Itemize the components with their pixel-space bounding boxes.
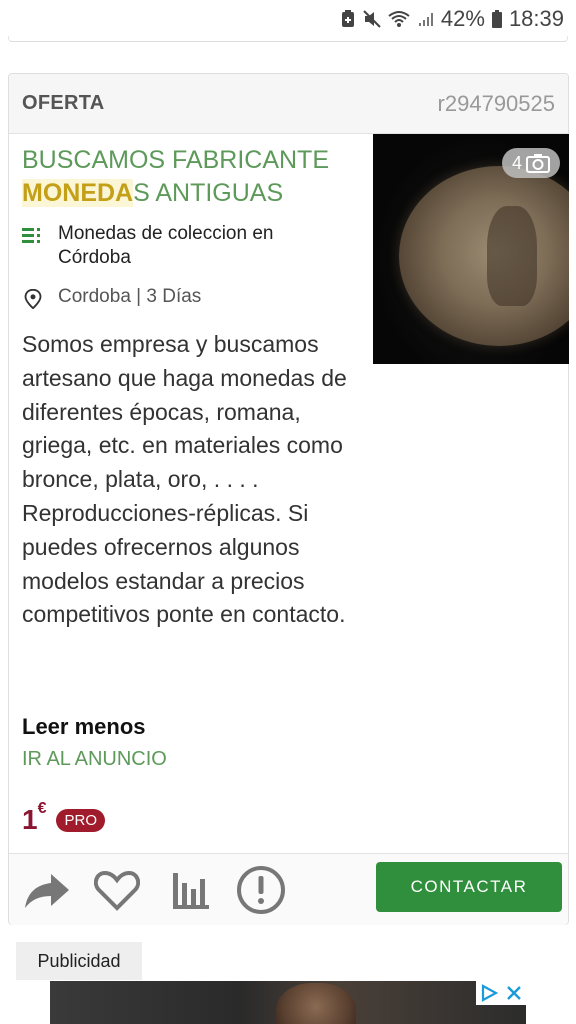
favorite-button[interactable] <box>91 864 143 916</box>
card-header: OFERTA r294790525 <box>9 74 568 134</box>
go-to-ad-link[interactable]: IR AL ANUNCIO <box>22 748 167 771</box>
location-text: Cordoba | 3 Días <box>58 286 202 307</box>
category-list-icon <box>22 228 40 243</box>
battery-icon <box>491 10 502 28</box>
previous-card-edge <box>8 36 568 42</box>
report-button[interactable] <box>235 864 287 916</box>
battery-saver-icon <box>341 10 354 27</box>
battery-percent: 42% <box>440 6 485 31</box>
coin-figure <box>487 206 537 306</box>
camera-icon <box>526 154 550 173</box>
report-icon <box>237 866 285 914</box>
title-highlight: MONEDA <box>22 179 134 207</box>
ad-banner[interactable] <box>50 981 526 1024</box>
listing-title[interactable]: BUSCAMOS FABRICANTE MONEDAS ANTIGUAS <box>22 144 362 210</box>
ad-label: Publicidad <box>16 942 142 980</box>
listing-description: Somos empresa y buscamos artesano que ha… <box>22 331 347 628</box>
price-row: 1€ PRO <box>22 800 105 836</box>
title-part-1: BUSCAMOS FABRICANTE <box>22 146 329 174</box>
photo-count: 4 <box>511 152 522 173</box>
location-row: Cordoba | 3 Días <box>22 285 201 309</box>
location-pin-icon <box>24 289 42 309</box>
price-currency: € <box>37 799 47 817</box>
wifi-icon <box>388 11 410 27</box>
clock: 18:39 <box>508 6 564 31</box>
category-text[interactable]: Monedas de coleccion en Córdoba <box>58 222 318 270</box>
close-icon[interactable] <box>506 985 522 1001</box>
ad-controls <box>476 981 526 1005</box>
coin-image <box>399 166 569 346</box>
status-icons: 42% 18:39 <box>339 6 564 32</box>
adchoices-icon[interactable] <box>480 984 498 1002</box>
ad-image <box>276 983 356 1024</box>
offer-type-label: OFERTA <box>22 92 105 114</box>
price-value: 1€ <box>22 800 46 836</box>
contact-button[interactable]: CONTACTAR <box>376 862 562 912</box>
listing-reference: r294790525 <box>437 90 555 116</box>
card-actions: CONTACTAR <box>9 853 568 925</box>
status-bar: 42% 18:39 <box>0 0 576 40</box>
price-number: 1 <box>22 804 38 835</box>
pro-badge: PRO <box>56 808 105 832</box>
stats-icon <box>173 873 209 909</box>
share-icon <box>25 874 69 908</box>
listing-photo[interactable]: 4 <box>373 134 569 364</box>
signal-icon <box>418 13 433 26</box>
photo-count-badge: 4 <box>502 148 560 178</box>
mute-icon <box>363 10 381 28</box>
category-row: Monedas de coleccion en Córdoba <box>22 222 318 270</box>
title-part-3: S ANTIGUAS <box>133 179 284 207</box>
read-less-link[interactable]: Leer menos <box>22 714 146 740</box>
heart-icon <box>94 870 140 911</box>
stats-button[interactable] <box>165 864 217 916</box>
listing-card: OFERTA r294790525 BUSCAMOS FABRICANTE MO… <box>8 73 569 925</box>
share-button[interactable] <box>21 864 73 916</box>
